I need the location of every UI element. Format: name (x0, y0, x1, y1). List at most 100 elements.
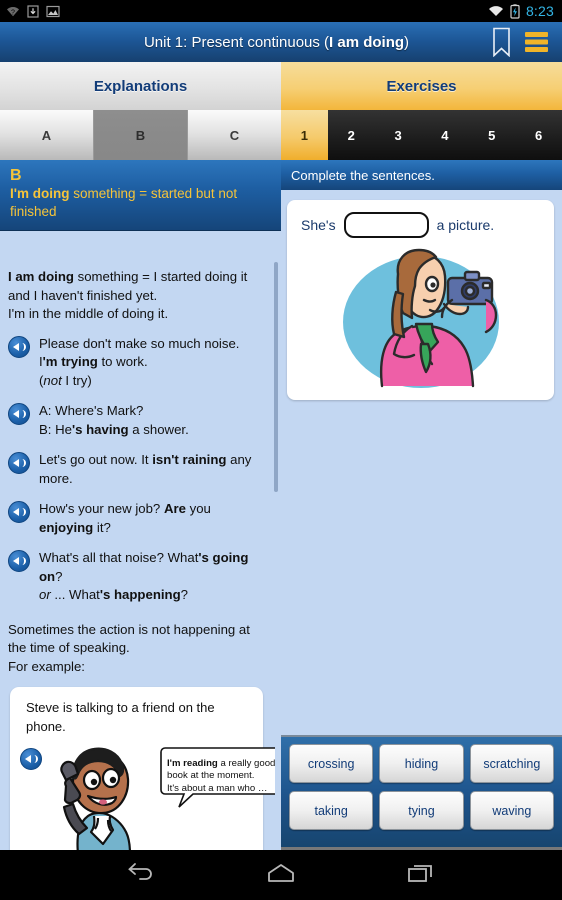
example-line-bold: Are (163, 501, 186, 516)
exercise-number-tabs: 1 2 3 4 5 6 (281, 110, 562, 160)
question-sentence: She's a picture. (287, 212, 554, 238)
title-bar-actions (491, 27, 549, 57)
exercise-tab-1[interactable]: 1 (281, 110, 328, 160)
exercise-tab-5[interactable]: 5 (468, 110, 516, 160)
page-title-suffix: ) (404, 33, 410, 51)
example-line-bold2: enjoying (39, 519, 94, 535)
example-line-post: to work. (97, 354, 148, 369)
tab-explanations[interactable]: Explanations (0, 62, 281, 110)
example-line: A: Where's Mark? (39, 403, 144, 418)
example-item: How's your new job? Are you enjoying it? (8, 500, 267, 537)
example-line-bold: isn't raining (152, 452, 227, 467)
example-alt-pre: ... What (50, 587, 100, 602)
speaker-icon[interactable] (20, 748, 42, 770)
screenshot-icon (46, 5, 60, 18)
example-text: What's all that noise? What's going on? … (39, 549, 267, 605)
illustration-card: Steve is talking to a friend on the phon… (10, 687, 275, 850)
exercise-instruction: Complete the sentences. (281, 160, 562, 191)
exercise-tab-6[interactable]: 6 (515, 110, 562, 160)
example-line-bold: 's having (71, 421, 129, 437)
tab-exercises[interactable]: Exercises (281, 62, 562, 110)
answer-input[interactable] (343, 212, 429, 238)
bookmark-icon[interactable] (491, 27, 512, 57)
example-item: What's all that noise? What's going on? … (8, 549, 267, 605)
question-card: She's a picture. (287, 200, 554, 400)
page-title-prefix: Unit 1: Present continuous ( (143, 33, 330, 51)
page-title: Unit 1: Present continuous (I am doing) (0, 34, 491, 51)
word-option-tying[interactable]: tying (379, 791, 464, 830)
speaker-icon[interactable] (8, 501, 30, 523)
content-panes: Explanations A B C B I'm doing something… (0, 62, 562, 900)
android-status-bar: ? 8:23 (0, 0, 562, 22)
exercises-pane: Exercises 1 2 3 4 5 6 Complete the sente… (281, 62, 562, 900)
example-line-pre: B: He (39, 421, 72, 437)
example-line-post: ? (55, 568, 63, 584)
android-nav-bar (0, 850, 562, 900)
speaker-icon[interactable] (8, 403, 30, 425)
explanation-intro: I am doing something = I started doing i… (8, 268, 267, 324)
example-alt-italic: or (39, 587, 51, 602)
example-line-pre: What's all that noise? What (39, 550, 199, 565)
word-bank-grid: crossing hiding scratching taking tying … (289, 744, 554, 830)
app-screen: ? 8:23 Unit 1: Present continuous (I am … (0, 0, 562, 900)
intro-line2: I'm in the middle of doing it. (8, 306, 169, 321)
status-bar-left-icons: ? (6, 4, 60, 18)
app-title-bar: Unit 1: Present continuous (I am doing) (0, 22, 562, 63)
page-title-bold: I am doing (329, 33, 405, 51)
sub-tab-c[interactable]: C (188, 110, 281, 160)
question-prefix: She's (301, 217, 336, 233)
example-line-pre: How's your new job? (39, 501, 164, 516)
bubble-line2: It's about a man who … (167, 782, 268, 794)
woman-taking-photo-illustration (287, 248, 554, 396)
word-bank: crossing hiding scratching taking tying … (281, 735, 562, 847)
explanations-pane: Explanations A B C B I'm doing something… (0, 62, 281, 850)
example-text: Please don't make so much noise. I'm try… (39, 335, 267, 391)
explanation-rule: I'm doing something = started but not fi… (10, 185, 271, 221)
back-arrow-icon[interactable] (126, 861, 156, 890)
exercise-tab-4[interactable]: 4 (421, 110, 469, 160)
word-option-crossing[interactable]: crossing (289, 744, 374, 783)
word-option-waving[interactable]: waving (469, 791, 554, 830)
example-text: How's your new job? Are you enjoying it? (39, 500, 267, 537)
speaker-icon[interactable] (8, 335, 30, 358)
explanation-scrollbar[interactable] (274, 262, 278, 492)
speaker-icon[interactable] (8, 550, 30, 572)
wifi-icon (488, 5, 504, 17)
illustration-caption: Steve is talking to a friend on the phon… (26, 700, 215, 734)
exercise-area: She's a picture. (281, 190, 562, 735)
exercise-tab-3[interactable]: 3 (374, 110, 422, 160)
example-alt-bold: 's happening (99, 587, 181, 602)
home-icon[interactable] (266, 862, 296, 889)
status-bar-clock: 8:23 (525, 3, 554, 19)
example-line-mid: you (185, 501, 211, 516)
example-item: Please don't make so much noise. I'm try… (8, 335, 267, 391)
status-bar-right-icons: 8:23 (488, 3, 554, 19)
sub-tab-a[interactable]: A (0, 110, 94, 160)
hamburger-menu-icon[interactable] (524, 31, 549, 53)
recent-apps-icon[interactable] (406, 862, 436, 889)
word-option-taking[interactable]: taking (289, 791, 374, 830)
explanation-body: I am doing something = I started doing i… (0, 258, 275, 850)
wifi-question-icon: ? (6, 5, 20, 17)
intro-bold: I am doing (8, 269, 74, 284)
word-option-scratching[interactable]: scratching (469, 744, 554, 783)
bubble-bold: I'm reading (167, 757, 218, 769)
explanation-closing: Sometimes the action is not happening at… (8, 621, 250, 674)
explanation-letter: B (10, 167, 22, 184)
speaker-icon[interactable] (8, 452, 30, 474)
word-option-hiding[interactable]: hiding (379, 744, 464, 783)
svg-text:?: ? (11, 10, 15, 17)
example-text: Let's go out now. It isn't raining any m… (39, 451, 267, 488)
example-line-post: it? (93, 519, 111, 535)
question-suffix: a picture. (436, 217, 495, 233)
example-line: Please don't make so much noise. (39, 335, 240, 351)
example-note-post: I try) (61, 372, 92, 388)
example-item: Let's go out now. It isn't raining any m… (8, 451, 267, 488)
sub-tab-b[interactable]: B (94, 110, 188, 160)
exercise-tab-2[interactable]: 2 (327, 110, 375, 160)
example-text: A: Where's Mark? B: He's having a shower… (39, 402, 267, 439)
explanation-sub-tabs: A B C (0, 110, 281, 160)
example-alt-post: ? (180, 587, 188, 602)
explanation-header: B I'm doing something = started but not … (0, 160, 281, 231)
battery-charging-icon (510, 3, 520, 19)
